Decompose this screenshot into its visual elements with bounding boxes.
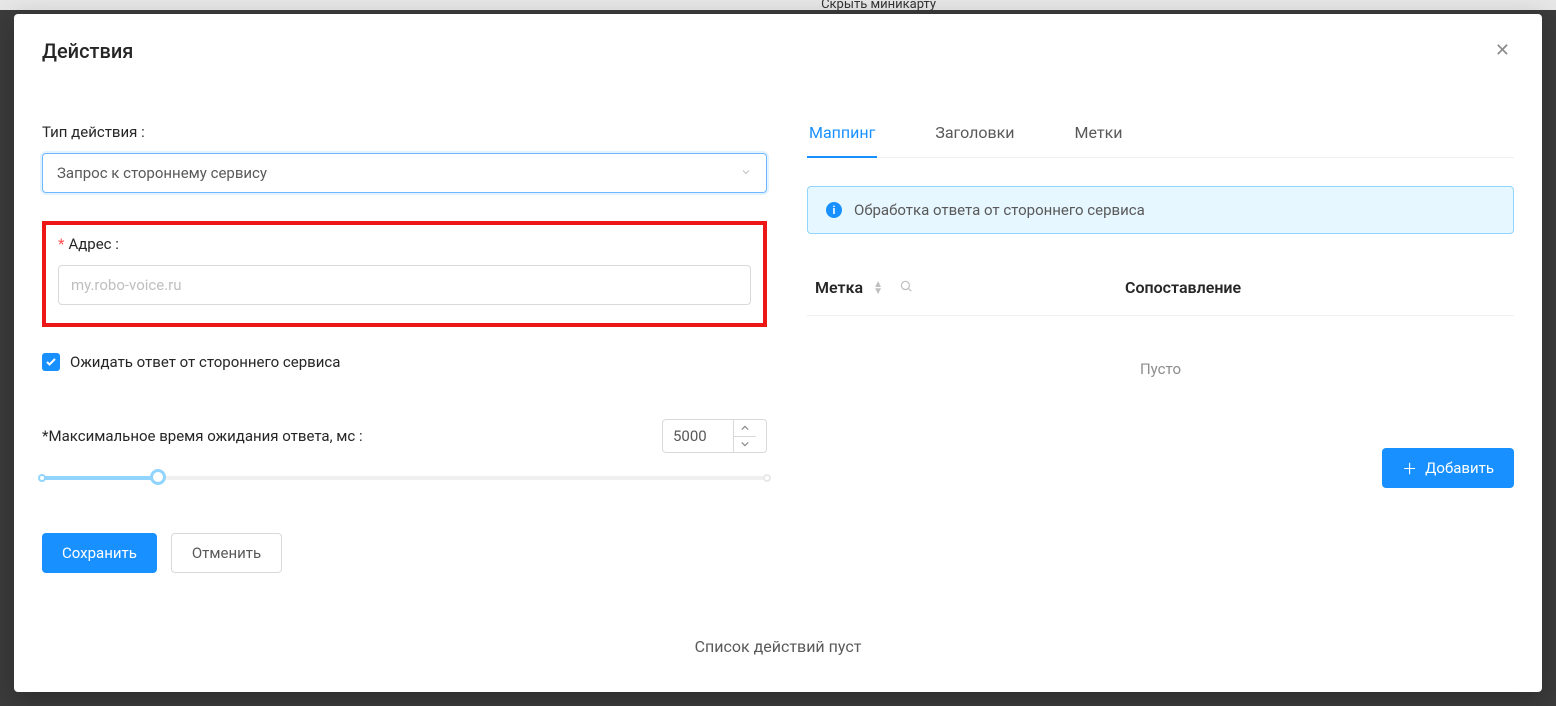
- slider-start-dot: [38, 474, 46, 482]
- save-button[interactable]: Сохранить: [42, 533, 157, 573]
- left-column: Тип действия : Запрос к стороннему серви…: [42, 123, 767, 599]
- action-type-value: Запрос к стороннему сервису: [57, 164, 267, 182]
- timeout-input[interactable]: [663, 427, 733, 445]
- tabs: Маппинг Заголовки Метки: [807, 123, 1514, 158]
- search-icon[interactable]: [899, 279, 913, 297]
- backdrop-minimap-hint: Скрыть миникарту: [821, 0, 936, 12]
- info-alert: i Обработка ответа от стороннего сервиса: [807, 186, 1514, 234]
- info-icon: i: [826, 202, 842, 218]
- modal-title: Действия: [42, 39, 133, 63]
- mapping-empty-text: Пусто: [807, 316, 1514, 408]
- slider-fill: [42, 476, 158, 480]
- timeout-label: *Максимальное время ожидания ответа, мс …: [42, 427, 363, 445]
- timeout-slider[interactable]: [42, 471, 767, 485]
- close-button[interactable]: ✕: [1491, 36, 1514, 65]
- wait-response-label: Ожидать ответ от стороннего сервиса: [70, 353, 340, 371]
- address-input[interactable]: [58, 265, 751, 305]
- modal-header: Действия ✕: [14, 14, 1542, 83]
- cancel-button[interactable]: Отменить: [171, 533, 282, 573]
- action-type-label: Тип действия :: [42, 123, 767, 141]
- actions-modal: Действия ✕ Тип действия : Запрос к сторо…: [14, 14, 1542, 692]
- chevron-down-icon: [740, 164, 752, 182]
- slider-end-dot: [763, 474, 771, 482]
- wait-response-checkbox-row[interactable]: Ожидать ответ от стороннего сервиса: [42, 353, 767, 371]
- right-column: Маппинг Заголовки Метки i Обработка отве…: [807, 123, 1514, 599]
- col-label-header[interactable]: Метка: [815, 278, 863, 297]
- sort-icon[interactable]: ▲▼: [873, 281, 883, 295]
- col-match-header: Сопоставление: [1125, 278, 1241, 297]
- plus-icon: ＋: [1402, 458, 1417, 479]
- tab-headers[interactable]: Заголовки: [933, 123, 1016, 157]
- address-label: *Адрес :: [58, 235, 751, 253]
- timeout-step-down[interactable]: [734, 437, 756, 453]
- actions-list-empty: Список действий пуст: [14, 619, 1542, 692]
- tab-mapping[interactable]: Маппинг: [807, 123, 877, 158]
- add-button[interactable]: ＋ Добавить: [1382, 448, 1514, 488]
- alert-text: Обработка ответа от стороннего сервиса: [854, 201, 1145, 219]
- required-marker: *: [58, 235, 64, 253]
- wait-response-checkbox[interactable]: [42, 353, 60, 371]
- tab-tags[interactable]: Метки: [1073, 123, 1125, 157]
- timeout-input-wrap: [662, 419, 767, 453]
- address-highlight-box: *Адрес :: [42, 221, 767, 327]
- action-type-select[interactable]: Запрос к стороннему сервису: [42, 153, 767, 193]
- mapping-table-header: Метка ▲▼ Сопоставление: [807, 278, 1514, 316]
- slider-handle[interactable]: [150, 469, 166, 485]
- add-button-label: Добавить: [1425, 459, 1494, 477]
- timeout-step-up[interactable]: [734, 420, 756, 437]
